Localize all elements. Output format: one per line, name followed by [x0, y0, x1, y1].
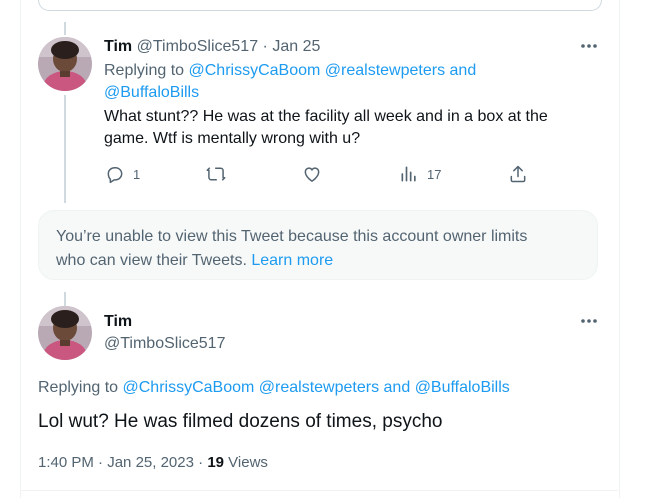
mention-link[interactable]: @realstewpeters [325, 62, 445, 79]
display-name[interactable]: Tim [104, 38, 132, 55]
tweet-date[interactable]: Jan 25, 2023 [107, 454, 194, 471]
tweet-text-line: game. Wtf is mentally wrong with u? [104, 130, 361, 147]
notice-text: You’re unable to view this Tweet because… [56, 228, 528, 245]
views-icon [401, 166, 416, 182]
like-icon [304, 167, 320, 182]
tweet-meta: 1:40 PM · Jan 25, 2023 · 19 Views [38, 453, 268, 473]
more-icon [581, 44, 597, 48]
reply-count: 1 [133, 166, 141, 182]
replying-to: Replying to @ChrissyCaBoom @realstewpete… [104, 60, 584, 104]
divider [20, 490, 618, 491]
notice-text: who can view their Tweets. [56, 252, 247, 269]
views-count: 17 [427, 166, 442, 182]
share-icon [510, 165, 526, 183]
avatar-image [38, 37, 92, 91]
mention-link[interactable]: @BuffaloBills [104, 84, 199, 101]
views-label: Views [228, 454, 268, 471]
tweet-text: Lol wut? He was filmed dozens of times, … [38, 411, 443, 432]
mention-link[interactable]: @realstewpeters [259, 379, 379, 396]
mention-link[interactable]: @ChrissyCaBoom [123, 379, 255, 396]
replying-prefix: Replying to [104, 62, 185, 79]
tweet-text-line: What stunt?? He was at the facility all … [104, 108, 548, 125]
separator: · [262, 38, 268, 55]
avatar[interactable] [38, 37, 92, 91]
previous-card-edge [38, 0, 602, 11]
handle[interactable]: @TimboSlice517 [104, 333, 225, 355]
separator: · [198, 454, 204, 471]
learn-more-link[interactable]: Learn more [251, 252, 333, 269]
views-button[interactable]: 17 [399, 163, 441, 185]
reply-button[interactable]: 1 [105, 163, 140, 185]
avatar-image [38, 306, 92, 360]
views-count: 19 [207, 454, 224, 471]
mention-joiner[interactable]: and [450, 62, 477, 79]
tweet-time[interactable]: 1:40 PM [38, 454, 94, 471]
tweet-date[interactable]: Jan 25 [272, 38, 320, 55]
like-button[interactable] [302, 163, 330, 185]
mention-joiner[interactable]: and [384, 379, 411, 396]
more-icon [581, 319, 597, 323]
handle[interactable]: @TimboSlice517 [137, 38, 258, 55]
share-button[interactable] [508, 163, 528, 185]
more-button[interactable] [578, 35, 600, 57]
separator: · [98, 454, 104, 471]
retweet-icon [206, 167, 226, 181]
replying-to: Replying to @ChrissyCaBoom @realstewpete… [38, 377, 510, 399]
reply-icon [107, 167, 123, 184]
thread-line [64, 292, 66, 306]
replying-prefix: Replying to [38, 379, 119, 396]
avatar[interactable] [38, 306, 92, 360]
display-name[interactable]: Tim [104, 311, 225, 333]
more-button[interactable] [578, 310, 600, 332]
tweet-text: What stunt?? He was at the facility all … [104, 106, 604, 150]
restricted-tweet-notice: You’re unable to view this Tweet because… [38, 210, 598, 280]
retweet-button[interactable] [205, 163, 235, 185]
thread-line [64, 95, 66, 203]
mention-link[interactable]: @ChrissyCaBoom [189, 62, 321, 79]
thread-line-top [64, 22, 66, 35]
mention-link[interactable]: @BuffaloBills [415, 379, 510, 396]
